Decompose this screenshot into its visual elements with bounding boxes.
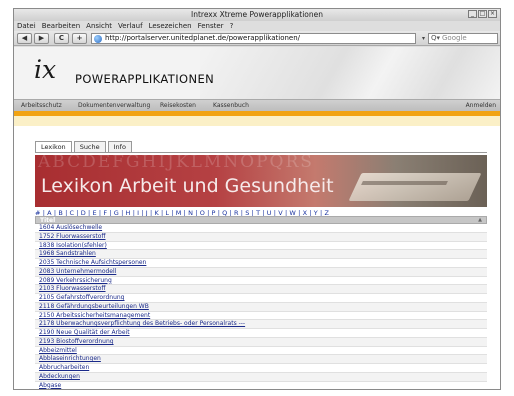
banner-letters: ABCDEFGHIJKLMNOPQRS (38, 155, 314, 172)
table-row[interactable]: 1604 Auslösechwelle (35, 224, 487, 233)
close-button[interactable]: × (488, 10, 497, 18)
menu-datei[interactable]: Datei (17, 21, 36, 31)
url-text: http://portalserver.unitedplanet.de/powe… (105, 34, 301, 42)
table-row[interactable]: Abdeckungen (35, 372, 487, 382)
table-row[interactable]: 2083 Unternehmermodell (35, 267, 487, 277)
menu-bar: Datei Bearbeiten Ansicht Verlauf Lesezei… (14, 21, 500, 31)
title-bar: Intrexx Xtreme Powerapplikationen _ □ × (14, 9, 500, 21)
table-body: 1604 Auslösechwelle 1752 Fluorwasserstoff… (35, 224, 487, 389)
tab-bar: Lexikon Suche Info (35, 141, 132, 152)
menu-verlauf[interactable]: Verlauf (118, 21, 143, 31)
nav-arbeitsschutz[interactable]: Arbeitsschutz (21, 102, 62, 109)
table-header: Titel ▲ (35, 216, 487, 224)
book-image (348, 173, 482, 201)
globe-icon (94, 35, 102, 43)
page-content: ix POWERAPPLIKATIONEN Arbeitsschutz Doku… (14, 47, 500, 389)
menu-fenster[interactable]: Fenster (198, 21, 224, 31)
lexikon-banner: ABCDEFGHIJKLMNOPQRS Lexikon Arbeit und G… (35, 155, 487, 207)
portal-header: ix POWERAPPLIKATIONEN (14, 47, 500, 99)
url-bar[interactable]: http://portalserver.unitedplanet.de/powe… (91, 33, 425, 44)
table-row[interactable]: Abbeizmittel (35, 347, 487, 356)
url-dropdown-icon[interactable]: ▾ (422, 34, 425, 43)
reload-button[interactable]: C (54, 33, 69, 44)
tab-suche[interactable]: Suche (73, 141, 106, 152)
table-row[interactable]: Abblaseinrichtungen (35, 355, 487, 364)
forward-button[interactable]: ▶ (34, 33, 49, 44)
portal-logo[interactable]: ix (34, 55, 56, 84)
login-link[interactable]: Anmelden (466, 102, 496, 109)
nav-kassenbuch[interactable]: Kassenbuch (213, 102, 249, 109)
browser-window: Intrexx Xtreme Powerapplikationen _ □ × … (13, 8, 501, 390)
window-title: Intrexx Xtreme Powerapplikationen (191, 10, 323, 19)
table-row[interactable]: 1968 Sandstrahlen (35, 250, 487, 259)
portal-nav: Arbeitsschutz Dokumentenverwaltung Reise… (14, 99, 500, 111)
nav-dokumentenverwaltung[interactable]: Dokumentenverwaltung (78, 102, 150, 109)
search-icon: Q▾ (431, 34, 441, 42)
table-row[interactable]: 1838 Isolation(sfehler) (35, 242, 487, 251)
menu-lesezeichen[interactable]: Lesezeichen (149, 21, 192, 31)
table-row[interactable]: 2178 Überwachungsverpflichtung des Betri… (35, 320, 487, 329)
table-row[interactable]: 2089 Verkehrssicherung (35, 277, 487, 286)
menu-bearbeiten[interactable]: Bearbeiten (42, 21, 80, 31)
table-row[interactable]: 2150 Arbeitssicherheitsmanagement (35, 312, 487, 321)
table-row[interactable]: Abbrucharbeiten (35, 364, 487, 373)
tab-info[interactable]: Info (107, 141, 132, 152)
table-row[interactable]: 2118 Gefährdungsbeurteilungen WB (35, 302, 487, 312)
menu-ansicht[interactable]: Ansicht (86, 21, 112, 31)
search-input[interactable]: Q▾ Google (428, 33, 498, 44)
table-row[interactable]: 2193 Biostoffverordnung (35, 337, 487, 347)
header-decoration (200, 47, 500, 99)
table-row[interactable]: 2035 Technische Aufsichtspersonen (35, 259, 487, 268)
navigation-toolbar: ◀ ▶ C + http://portalserver.unitedplanet… (14, 31, 500, 46)
window-controls: _ □ × (468, 10, 497, 18)
maximize-button[interactable]: □ (478, 10, 487, 18)
back-button[interactable]: ◀ (17, 33, 32, 44)
search-placeholder: Google (442, 34, 467, 42)
table-row[interactable]: 2190 Neue Qualität der Arbeit (35, 329, 487, 338)
book-shadow (361, 181, 448, 185)
tab-lexikon[interactable]: Lexikon (35, 141, 72, 152)
tab-divider (35, 152, 487, 153)
menu-help[interactable]: ? (230, 21, 234, 31)
table-row[interactable]: 1752 Fluorwasserstoff (35, 232, 487, 242)
sort-icon[interactable]: ▲ (478, 217, 482, 224)
lexikon-table: Titel ▲ 1604 Auslösechwelle 1752 Fluorwas… (35, 216, 487, 389)
table-row[interactable]: Abgase (35, 382, 487, 390)
table-row[interactable]: 2103 Fluorwasserstoff (35, 285, 487, 294)
nav-reisekosten[interactable]: Reisekosten (160, 102, 196, 109)
table-row[interactable]: 2105 Gefahrstoffverordnung (35, 294, 487, 303)
info-bar (14, 116, 500, 126)
new-tab-button[interactable]: + (72, 33, 87, 44)
column-title[interactable]: Titel (40, 217, 55, 224)
banner-title: Lexikon Arbeit und Gesundheit (41, 175, 334, 197)
minimize-button[interactable]: _ (468, 10, 477, 18)
portal-title: POWERAPPLIKATIONEN (75, 72, 215, 86)
